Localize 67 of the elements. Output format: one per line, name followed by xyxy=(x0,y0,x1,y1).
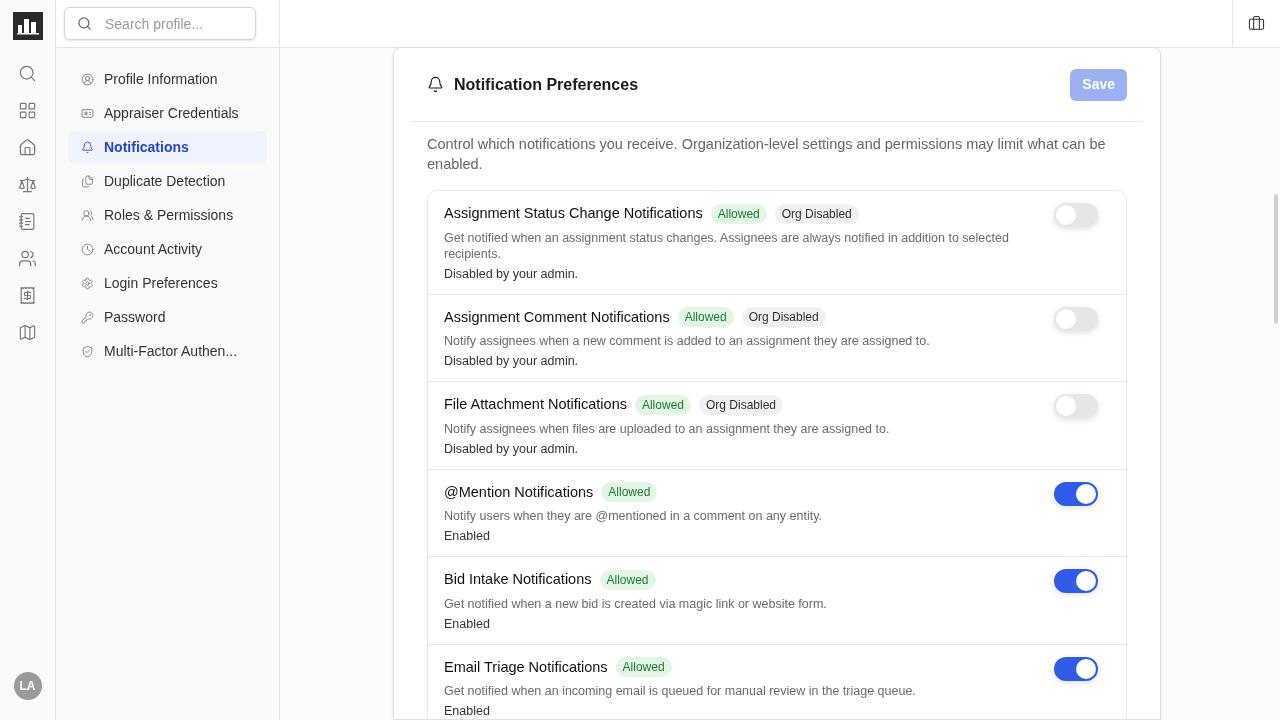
setting-status: Enabled xyxy=(444,528,491,546)
search-icon[interactable] xyxy=(18,64,37,83)
status-badge: Allowed xyxy=(710,203,767,224)
logo-icon[interactable] xyxy=(12,12,43,40)
users-icon[interactable] xyxy=(18,249,37,268)
receipt-icon[interactable] xyxy=(18,286,37,305)
id-card-icon xyxy=(81,106,94,120)
nav-item[interactable]: Profile Information xyxy=(68,63,267,95)
briefcase-icon[interactable] xyxy=(1248,15,1265,32)
nav-item[interactable]: Login Preferences xyxy=(68,267,267,299)
setting-description: Get notified when an assignment status changes. Assignees are always notified in addition to selected recipients. xyxy=(444,229,1010,262)
setting-status: Enabled xyxy=(444,703,491,720)
nav-item[interactable]: Duplicate Detection xyxy=(68,165,267,197)
toggle-switch[interactable] xyxy=(1054,306,1098,331)
nav-item[interactable]: Roles & Permissions xyxy=(68,199,267,231)
status-badge: Org Disabled xyxy=(774,203,859,224)
files-icon xyxy=(81,174,94,188)
setting-title: Bid Intake Notifications xyxy=(444,570,592,589)
users-icon xyxy=(81,208,94,222)
setting-description: Notify users when they are @mentioned in a comment on any entity. xyxy=(444,508,823,525)
toggle-switch[interactable] xyxy=(1054,656,1098,681)
scrollbar-thumb[interactable] xyxy=(1274,194,1278,324)
house-icon[interactable] xyxy=(18,138,37,157)
status-badge: Allowed xyxy=(599,569,656,590)
setting-title: @Mention Notifications xyxy=(444,482,594,502)
status-badge: Allowed xyxy=(677,307,734,328)
map-icon[interactable] xyxy=(18,323,37,342)
card-title: Notification Preferences xyxy=(454,74,639,95)
scale-icon[interactable] xyxy=(18,175,37,194)
setting-title: Assignment Comment Notifications xyxy=(444,307,670,327)
search-field[interactable]: Search profile... xyxy=(64,7,256,40)
status-badge: Allowed xyxy=(601,482,658,503)
key-icon xyxy=(81,310,94,324)
toggle-switch[interactable] xyxy=(1054,394,1098,418)
status-badge: Org Disabled xyxy=(699,394,783,415)
clock-icon xyxy=(81,242,94,256)
nav-item[interactable]: Password xyxy=(68,301,267,333)
setting-title: Email Triage Notifications xyxy=(444,657,608,677)
setting-status: Disabled by your admin. xyxy=(444,353,580,371)
setting-title: File Attachment Notifications xyxy=(444,395,627,414)
toggle-switch[interactable] xyxy=(1054,203,1098,227)
setting-status: Enabled xyxy=(444,615,491,633)
status-badge: Allowed xyxy=(615,657,672,678)
setting-status: Disabled by your admin. xyxy=(444,265,580,283)
nav-item[interactable]: Appraiser Credentials xyxy=(68,97,267,129)
setting-description: Notify assignees when files are uploaded to an assignment they are assigned to. xyxy=(444,420,891,437)
nav-item[interactable]: Multi-Factor Authen... xyxy=(68,335,267,367)
card-description: Control which notifications you receive. Organization-level settings and permissions may limit what can be enabled. xyxy=(426,135,1107,174)
setting-description: Get notified when an incoming email is queued for manual review in the triage queue. xyxy=(444,683,917,700)
shield-icon xyxy=(81,344,94,358)
setting-title: Assignment Status Change Notifications xyxy=(444,204,703,223)
bell-icon xyxy=(427,76,444,93)
setting-status: Disabled by your admin. xyxy=(444,440,580,458)
search-icon xyxy=(77,16,92,31)
nav-item[interactable]: Notifications xyxy=(68,131,267,163)
status-badge: Allowed xyxy=(634,394,691,415)
notebook-icon[interactable] xyxy=(18,212,37,231)
status-badge: Org Disabled xyxy=(741,307,826,328)
toggle-switch[interactable] xyxy=(1054,569,1098,593)
nav-item[interactable]: Account Activity xyxy=(68,233,267,265)
setting-description: Get notified when a new bid is created via magic link or website form. xyxy=(444,595,828,612)
toggle-switch[interactable] xyxy=(1054,481,1098,506)
user-icon xyxy=(81,72,94,86)
setting-description: Notify assignees when a new comment is added to an assignment they are assigned to. xyxy=(444,333,931,350)
grid-icon[interactable] xyxy=(18,101,37,120)
settings-icon xyxy=(81,276,94,290)
bell-icon xyxy=(81,140,94,154)
